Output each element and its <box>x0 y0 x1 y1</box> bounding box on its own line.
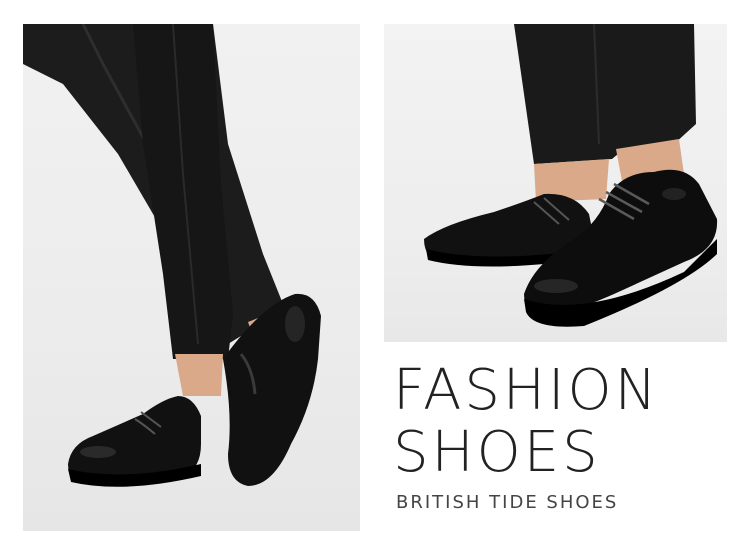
model-legs-walking-image <box>23 24 321 487</box>
headline-line-1: FASHION <box>393 358 660 423</box>
product-photo-right <box>384 24 727 342</box>
model-standing-shoes-image <box>424 24 718 327</box>
product-photo-left <box>23 24 360 531</box>
tagline: BRITISH TIDE SHOES <box>396 492 619 513</box>
headline-line-2: SHOES <box>393 420 601 485</box>
headline: FASHION SHOES <box>393 360 660 484</box>
